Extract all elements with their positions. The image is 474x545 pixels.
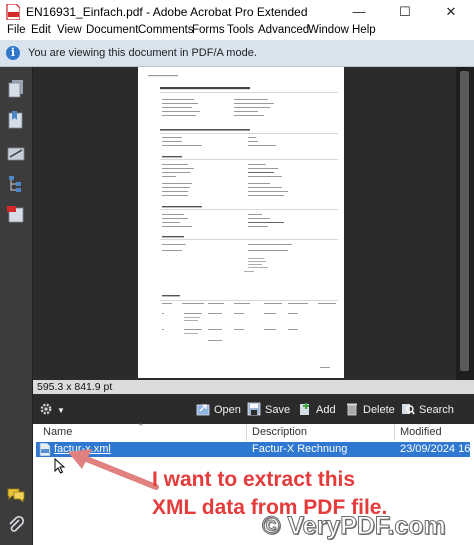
signatures-icon[interactable] xyxy=(6,144,26,164)
save-icon xyxy=(247,402,261,416)
menu-file[interactable]: File xyxy=(7,24,26,36)
comments-icon[interactable] xyxy=(6,485,26,505)
menu-forms[interactable]: Forms xyxy=(192,24,225,36)
menu-view[interactable]: View xyxy=(57,24,82,36)
column-name[interactable]: Name xyxy=(43,426,72,438)
gear-icon xyxy=(40,403,52,415)
attachments-icon[interactable] xyxy=(6,515,26,535)
pdf-page[interactable] xyxy=(138,67,344,378)
menu-window[interactable]: Window xyxy=(308,24,349,36)
navigation-pane xyxy=(0,67,33,545)
xml-file-icon xyxy=(39,443,51,456)
options-menu-button[interactable]: ▼ xyxy=(39,402,65,416)
attachment-modified: 23/09/2024 16:17 xyxy=(400,443,474,455)
menu-document[interactable]: Document xyxy=(86,24,138,36)
add-label: Add xyxy=(316,404,336,416)
delete-label: Delete xyxy=(363,404,395,416)
verypdf-watermark: © VeryPDF.com xyxy=(262,512,447,541)
pdfa-info-bar: i You are viewing this document in PDF/A… xyxy=(0,40,474,67)
column-separator[interactable] xyxy=(246,424,247,441)
attachments-header: Name ⌃ Description Modified xyxy=(33,422,474,442)
status-bar: 595.3 x 841.9 pt xyxy=(33,380,474,394)
info-icon: i xyxy=(6,46,20,60)
open-icon xyxy=(196,404,210,416)
search-icon xyxy=(402,404,415,415)
annotation-line-1: I want to extract this xyxy=(152,468,356,491)
add-attachment-icon xyxy=(300,403,309,415)
menu-edit[interactable]: Edit xyxy=(31,24,51,36)
search-button[interactable]: Search xyxy=(401,402,454,416)
column-modified[interactable]: Modified xyxy=(400,426,442,438)
attachments-toolbar: ▼ Open Save Add Delete Search xyxy=(33,394,474,424)
document-scrollbar[interactable] xyxy=(456,67,474,380)
save-label: Save xyxy=(265,404,291,416)
attachment-description: Factur-X Rechnung xyxy=(252,443,348,455)
open-label: Open xyxy=(214,404,241,416)
add-button[interactable]: Add xyxy=(298,402,336,416)
chevron-down-icon: ▼ xyxy=(57,406,65,415)
minimize-button[interactable]: — xyxy=(336,0,382,24)
pdfa-message: You are viewing this document in PDF/A m… xyxy=(28,47,257,59)
bookmarks-icon[interactable] xyxy=(6,110,26,130)
save-button[interactable]: Save xyxy=(247,402,290,416)
menu-advanced[interactable]: Advanced xyxy=(258,24,309,36)
trash-icon xyxy=(347,403,357,416)
delete-button[interactable]: Delete xyxy=(345,402,395,416)
page-size-readout: 595.3 x 841.9 pt xyxy=(37,381,113,393)
layers-icon[interactable] xyxy=(6,204,26,224)
open-button[interactable]: Open xyxy=(196,402,241,416)
menu-bar: File Edit View Document Comments Forms T… xyxy=(0,24,474,40)
column-description[interactable]: Description xyxy=(252,426,307,438)
menu-help[interactable]: Help xyxy=(352,24,376,36)
menu-tools[interactable]: Tools xyxy=(227,24,254,36)
close-button[interactable]: ✕ xyxy=(428,0,474,24)
menu-comments[interactable]: Comments xyxy=(138,24,194,36)
scrollbar-thumb[interactable] xyxy=(460,71,469,371)
annotation-arrow xyxy=(68,449,159,490)
title-bar: EN16931_Einfach.pdf - Adobe Acrobat Pro … xyxy=(0,0,474,24)
maximize-button[interactable]: ☐ xyxy=(382,0,428,24)
model-tree-icon[interactable] xyxy=(6,174,26,194)
sort-up-icon: ⌃ xyxy=(137,422,145,432)
pages-icon[interactable] xyxy=(6,78,26,98)
search-label: Search xyxy=(419,404,454,416)
column-separator[interactable] xyxy=(394,424,395,441)
window-title: EN16931_Einfach.pdf - Adobe Acrobat Pro … xyxy=(26,5,308,19)
acrobat-pdf-icon xyxy=(6,4,20,20)
